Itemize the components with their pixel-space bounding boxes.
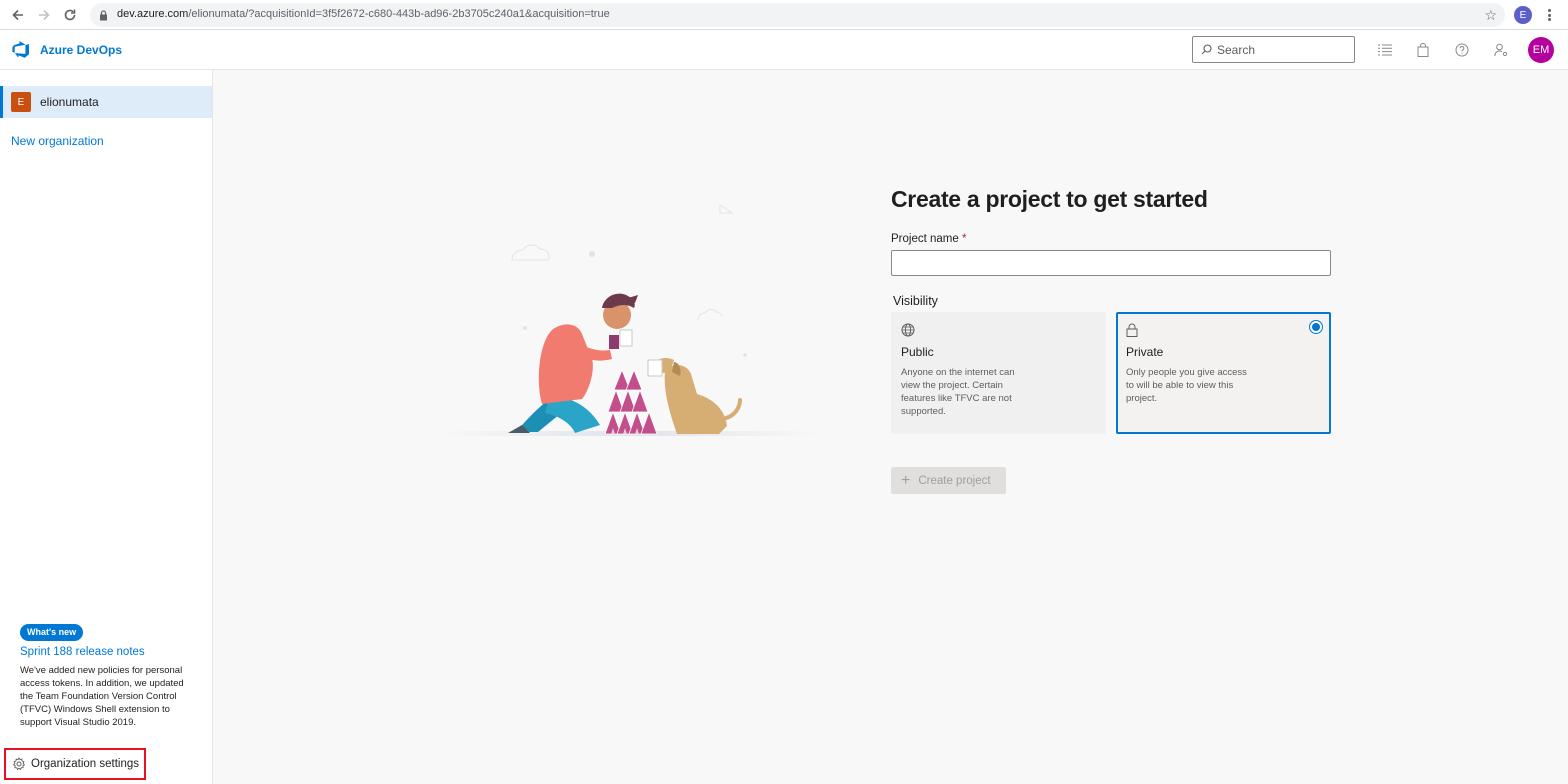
plus-icon: + [901,471,911,489]
bookmark-star-icon[interactable]: ☆ [1484,6,1497,24]
browser-menu-icon[interactable] [1544,6,1554,24]
url-text: dev.azure.com/elionumata/?acquisitionId=… [117,8,610,20]
sidebar: E elionumata New organization What's new… [0,70,213,784]
azure-devops-logo-icon[interactable] [12,41,30,63]
sidebar-item-organization[interactable]: E elionumata [0,86,212,118]
user-avatar[interactable]: EM [1528,37,1554,63]
gear-icon [12,757,26,771]
visibility-option-title: Public [901,345,934,359]
list-icon[interactable] [1375,40,1395,60]
create-project-button[interactable]: + Create project [891,467,1006,494]
search-icon [1201,44,1212,55]
project-name-input[interactable] [891,250,1331,276]
url-path: /elionumata/?acquisitionId=3f5f2672-c680… [188,8,610,20]
required-mark: * [961,233,967,245]
org-badge: E [11,92,31,112]
reload-icon[interactable] [60,5,80,25]
brand-name[interactable]: Azure DevOps [40,43,122,57]
app-header: Azure DevOps EM [0,30,1568,70]
release-notes-link[interactable]: Sprint 188 release notes [20,646,145,658]
visibility-option-description: Only people you give access to will be a… [1126,367,1247,404]
search-input[interactable] [1217,41,1347,59]
release-notes-description: We've added new policies for personal ac… [20,665,184,728]
globe-icon [901,323,915,342]
visibility-option-description: Anyone on the internet can view the proj… [901,367,1015,417]
selected-radio-icon[interactable] [1309,320,1323,334]
url-host: dev.azure.com [117,8,189,20]
visibility-option-public[interactable]: Public Anyone on the internet can view t… [891,312,1106,434]
lock-icon [99,8,108,26]
forward-icon[interactable] [34,5,54,25]
project-name-label-text: Project name [891,233,959,245]
visibility-option-private[interactable]: Private Only people you give access to w… [1116,312,1331,434]
organization-settings-button[interactable]: Organization settings [4,748,146,780]
org-name: elionumata [40,95,99,109]
help-icon[interactable] [1452,40,1472,60]
house-of-cards-illustration [430,190,830,445]
browser-toolbar: dev.azure.com/elionumata/?acquisitionId=… [0,0,1568,30]
visibility-option-title: Private [1126,345,1164,359]
search-box[interactable] [1192,36,1355,63]
organization-settings-label: Organization settings [31,758,140,770]
back-icon[interactable] [8,5,28,25]
page-title: Create a project to get started [891,186,1208,212]
browser-profile-avatar[interactable]: E [1514,6,1532,24]
new-organization-link[interactable]: New organization [11,134,104,148]
visibility-label: Visibility [893,294,938,308]
user-settings-icon[interactable] [1491,40,1511,60]
project-name-label: Project name * [891,233,966,245]
address-bar[interactable]: dev.azure.com/elionumata/?acquisitionId=… [90,3,1505,27]
create-project-label: Create project [918,474,991,487]
marketplace-bag-icon[interactable] [1413,40,1433,60]
lock-icon [1126,323,1138,342]
whats-new-badge: What's new [20,624,84,641]
